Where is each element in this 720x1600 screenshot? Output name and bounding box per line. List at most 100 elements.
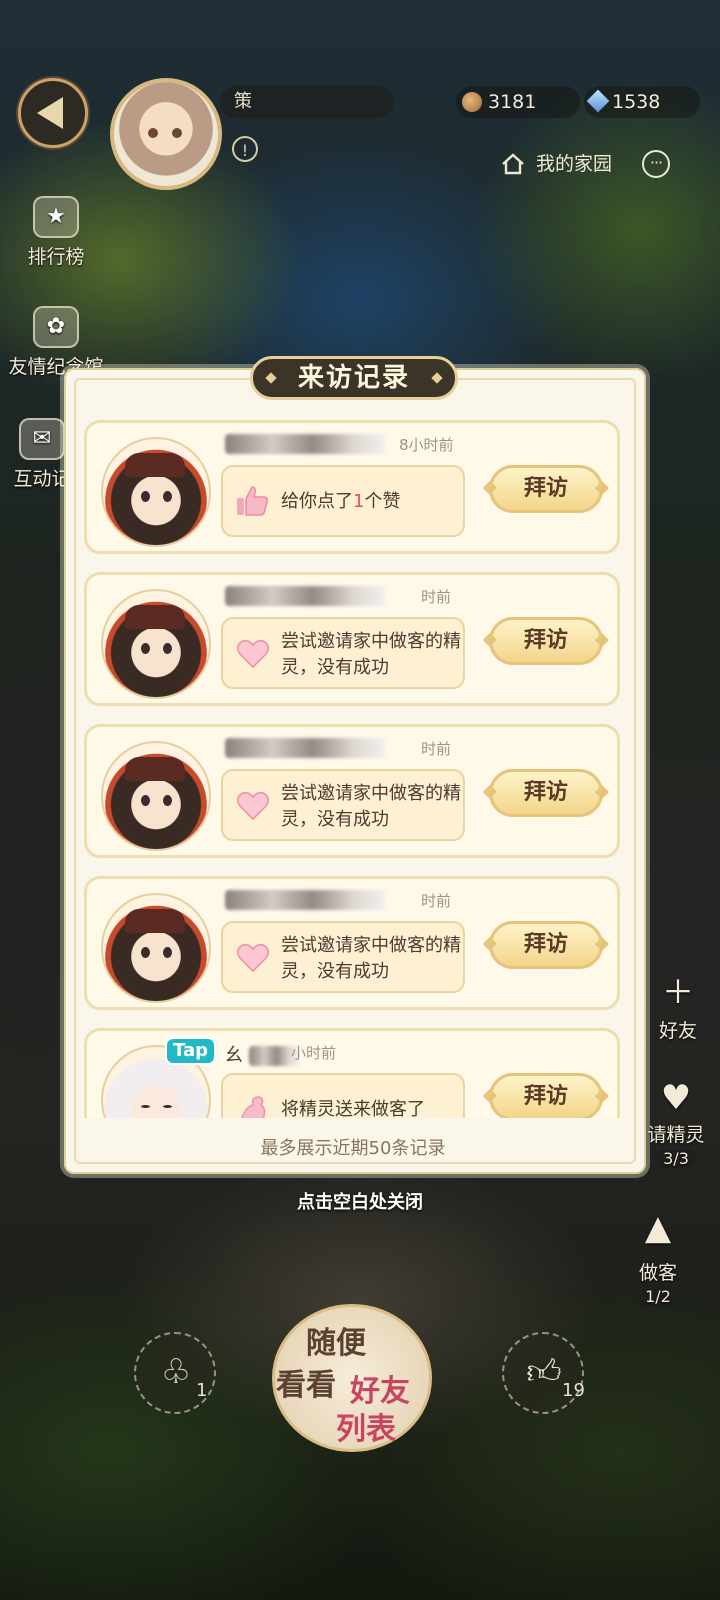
visit-time: 时前: [421, 892, 452, 910]
invite-spirit-button[interactable]: ♥ 请精灵 3/3: [636, 1076, 716, 1169]
coin-counter[interactable]: 3181: [456, 86, 580, 118]
avatar-eye: [141, 643, 150, 654]
player-avatar[interactable]: [110, 78, 222, 190]
avatar-eye: [141, 795, 150, 806]
plant-count: 1: [196, 1380, 208, 1401]
visit-record-list[interactable]: 8小时前 给你点了1个赞 拜访 时前 尝试邀请家中做客的精灵，没有成功 拜访 时…: [84, 420, 624, 1118]
message-text: 尝试邀请家中做客的精灵，没有成功: [281, 935, 461, 982]
avatar-eye: [163, 795, 172, 806]
album-icon: ✿: [33, 306, 79, 348]
plant-button[interactable]: ♧: [134, 1332, 216, 1414]
trophy-icon: ★: [33, 196, 79, 238]
message-suffix: 个赞: [364, 491, 401, 512]
message-text: 尝试邀请家中做客的精灵，没有成功: [281, 631, 461, 678]
visitor-name: [225, 433, 385, 457]
visit-button[interactable]: 拜访: [489, 769, 603, 817]
visitor-name: [225, 585, 385, 609]
avatar-hat: [125, 909, 185, 933]
guest-count: 1/2: [637, 1287, 679, 1306]
friend-list-label-line2[interactable]: 列表: [336, 1404, 396, 1448]
avatar-eye: [141, 1105, 150, 1108]
dialog-title: 来访记录: [250, 356, 458, 400]
my-home-link[interactable]: 我的家园: [500, 148, 612, 180]
redacted-name: [225, 434, 385, 454]
visit-message: 尝试邀请家中做客的精灵，没有成功: [221, 617, 465, 689]
coin-icon: [462, 92, 482, 112]
visitor-name-initial: 幺: [225, 1045, 243, 1066]
message-text: 将精灵送来做客了: [281, 1099, 425, 1118]
visit-message: 给你点了1个赞: [221, 465, 465, 537]
avatar-eye: [163, 643, 172, 654]
visitor-avatar[interactable]: [101, 589, 211, 699]
thumbs-up-icon: 👍︎: [526, 1352, 562, 1392]
sidebar-item-leaderboard[interactable]: ★ 排行榜: [10, 196, 102, 269]
visitor-avatar[interactable]: [101, 741, 211, 851]
list-item: 8小时前 给你点了1个赞 拜访: [84, 420, 620, 554]
guest-label: 做客: [638, 1262, 677, 1284]
random-label-line1: 随便: [306, 1326, 366, 1361]
visitor-avatar[interactable]: [101, 437, 211, 547]
redacted-name: [225, 586, 385, 606]
avatar-hat: [125, 453, 185, 477]
guest-button[interactable]: ▲ 做客 1/2: [618, 1198, 698, 1307]
visit-button[interactable]: 拜访: [489, 921, 603, 969]
plant-icon: ♧: [160, 1352, 192, 1392]
visit-time: 时前: [421, 588, 452, 606]
sidebar-item-label: 排行榜: [27, 246, 85, 268]
visitor-name: [225, 737, 385, 761]
spirit-icon: [241, 1096, 266, 1118]
gem-value: 1538: [612, 91, 661, 113]
visitor-avatar[interactable]: [101, 893, 211, 1003]
visit-button[interactable]: 拜访: [489, 617, 603, 665]
list-item: 时前 尝试邀请家中做客的精灵，没有成功 拜访: [84, 876, 620, 1010]
home-label: 我的家园: [536, 153, 613, 175]
visit-time: 时前: [421, 740, 452, 758]
random-label-line2: 看看: [276, 1368, 336, 1403]
sidebar-item-label: 互动记: [13, 468, 71, 490]
report-icon[interactable]: !: [232, 136, 258, 162]
records-limit-note: 最多展示近期50条记录: [260, 1138, 446, 1159]
avatar-eye: [163, 491, 172, 502]
list-item: 时前 尝试邀请家中做客的精灵，没有成功 拜访: [84, 724, 620, 858]
close-hint: 点击空白处关闭: [297, 1192, 423, 1213]
message-text: 尝试邀请家中做客的精灵，没有成功: [281, 783, 461, 830]
invite-spirit-label: 请精灵: [647, 1124, 705, 1146]
add-friend-label: 好友: [658, 1020, 697, 1042]
list-item: Tap 幺 小时前 将精灵送来做客了 拜访: [84, 1028, 620, 1118]
visit-button[interactable]: 拜访: [489, 465, 603, 513]
likes-button[interactable]: 👍︎: [502, 1332, 584, 1414]
avatar-eye: [163, 947, 172, 958]
avatar-eye: [148, 128, 158, 138]
message-icon: ✉: [19, 418, 65, 460]
gem-counter[interactable]: 1538: [584, 86, 700, 118]
redacted-name: [225, 890, 385, 910]
player-name: 策: [220, 86, 394, 118]
coin-value: 3181: [488, 91, 537, 113]
heart-icon: [236, 943, 270, 973]
thumbs-up-icon: [237, 486, 268, 516]
back-arrow-icon: [37, 97, 63, 129]
invite-count: 3/3: [655, 1149, 697, 1168]
likes-count: 19: [562, 1380, 585, 1401]
tap-badge: Tap: [165, 1037, 216, 1065]
heart-icon: ♥: [660, 1078, 692, 1118]
avatar-eye: [141, 491, 150, 502]
redacted-name: [225, 738, 385, 758]
more-options-button[interactable]: ···: [642, 150, 670, 178]
heart-icon: [236, 791, 270, 821]
visitor-name: [225, 889, 385, 913]
visit-button[interactable]: 拜访: [489, 1073, 603, 1118]
avatar-hat: [125, 605, 185, 629]
gem-icon: [586, 89, 610, 113]
back-button[interactable]: [18, 78, 88, 148]
visit-message: 尝试邀请家中做客的精灵，没有成功: [221, 921, 465, 993]
avatar-eye: [172, 128, 182, 138]
avatar-hat: [125, 757, 185, 781]
like-count: 1: [353, 491, 365, 512]
visit-message: 尝试邀请家中做客的精灵，没有成功: [221, 769, 465, 841]
add-friend-button[interactable]: ＋ 好友: [638, 968, 718, 1043]
visitor-name: 幺: [225, 1041, 299, 1066]
visit-time: 8小时前: [399, 436, 454, 454]
avatar-eye: [163, 1105, 172, 1108]
home-icon: [502, 153, 524, 175]
